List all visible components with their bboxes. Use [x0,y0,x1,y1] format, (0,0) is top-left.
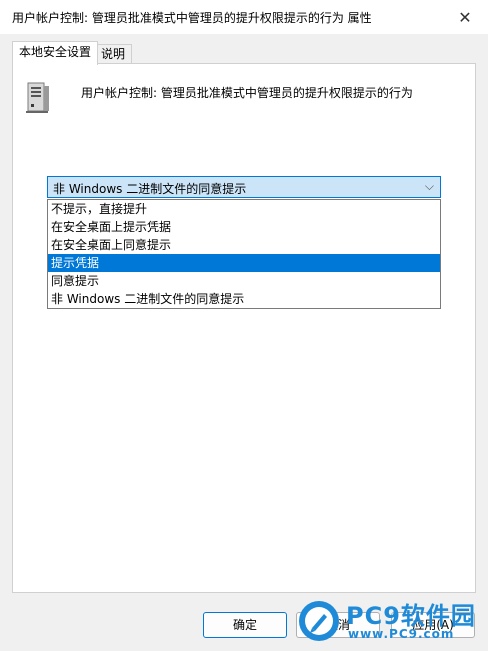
select-value: 非 Windows 二进制文件的同意提示 [53,182,247,196]
dropdown-list: 不提示，直接提升 在安全桌面上提示凭据 在安全桌面上同意提示 提示凭据 同意提示… [47,199,441,309]
cancel-button[interactable]: 取消 [296,612,380,638]
close-button[interactable]: ✕ [442,0,488,34]
close-icon: ✕ [458,7,472,27]
uac-behavior-select[interactable]: 非 Windows 二进制文件的同意提示 ⌵ [47,176,441,198]
policy-title: 用户帐户控制: 管理员批准模式中管理员的提升权限提示的行为 [81,86,413,100]
window-title: 用户帐户控制: 管理员批准模式中管理员的提升权限提示的行为 属性 [12,11,372,25]
dropdown-option[interactable]: 非 Windows 二进制文件的同意提示 [48,290,440,308]
dropdown-option[interactable]: 在安全桌面上提示凭据 [48,218,440,236]
dropdown-option-selected[interactable]: 提示凭据 [48,254,440,272]
dropdown-option[interactable]: 不提示，直接提升 [48,200,440,218]
apply-button[interactable]: 应用(A) [391,612,475,638]
settings-panel: 用户帐户控制: 管理员批准模式中管理员的提升权限提示的行为 非 Windows … [12,63,476,593]
dropdown-option[interactable]: 在安全桌面上同意提示 [48,236,440,254]
title-bar: 用户帐户控制: 管理员批准模式中管理员的提升权限提示的行为 属性 ✕ [0,0,488,34]
tab-local-security-setting[interactable]: 本地安全设置 [12,41,99,65]
ok-button[interactable]: 确定 [203,612,287,638]
chevron-down-icon: ⌵ [424,179,434,193]
server-computer-icon [26,82,49,113]
dropdown-option[interactable]: 同意提示 [48,272,440,290]
tab-explain[interactable]: 说明 [94,44,133,64]
